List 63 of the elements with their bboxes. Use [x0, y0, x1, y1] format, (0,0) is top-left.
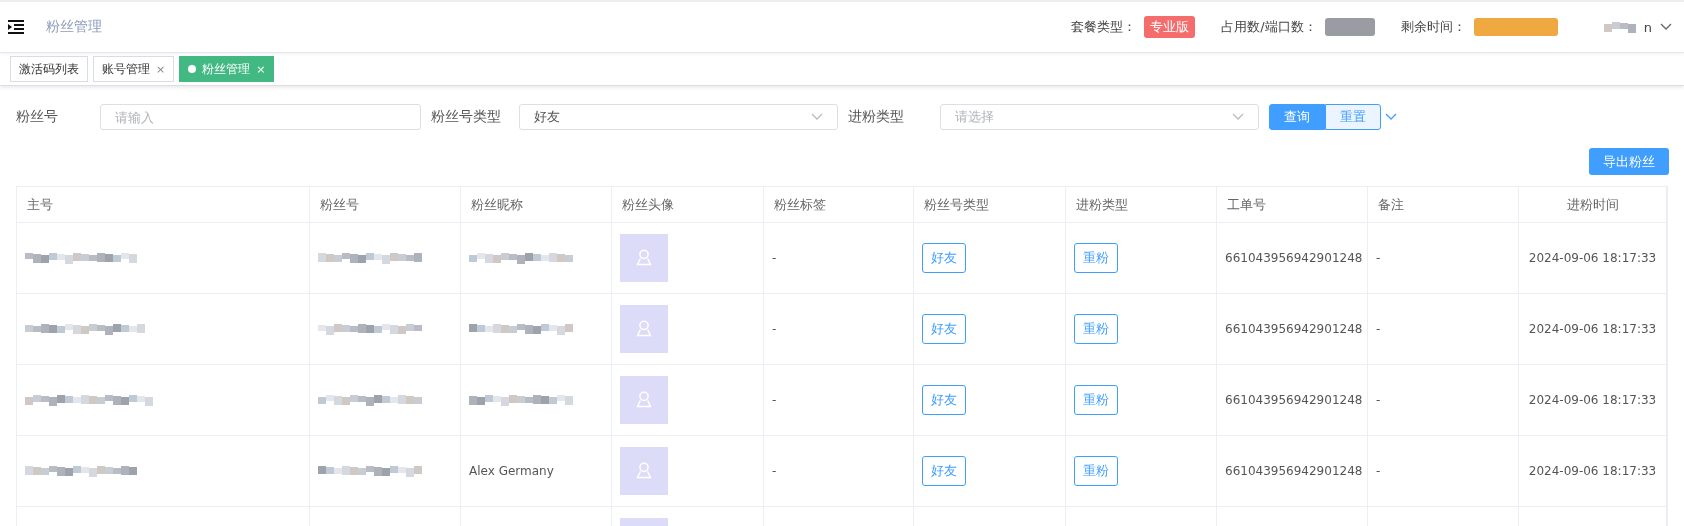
table-cell: -	[1376, 322, 1381, 336]
close-icon[interactable]: ×	[156, 62, 166, 76]
fan-type-tag: 好友	[922, 456, 966, 486]
table-cell: 2024-09-06 18:17:33	[1528, 393, 1657, 407]
table-cell: 661043956942901248	[1225, 464, 1363, 478]
column-header: 主号	[17, 187, 310, 223]
table-cell: 2024-09-06 18:17:33	[1528, 251, 1657, 265]
export-button[interactable]: 导出粉丝	[1589, 148, 1669, 175]
fan-type-tag: 好友	[922, 243, 966, 273]
column-header: 工单号	[1217, 187, 1368, 223]
table-cell: 2024-09-06 18:17:33	[1528, 464, 1657, 478]
entry-type-tag: 重粉	[1074, 385, 1118, 415]
remaining-label: 剩余时间：	[1400, 18, 1466, 36]
blurred-text	[1603, 22, 1636, 32]
close-icon[interactable]: ×	[256, 62, 266, 76]
table-cell: -	[772, 322, 777, 336]
page-title: 粉丝管理	[46, 18, 102, 36]
usage-label: 占用数/端口数：	[1221, 18, 1317, 36]
chevron-down-icon	[811, 113, 823, 121]
column-header: 备注	[1368, 187, 1519, 223]
fan-type-tag: 好友	[922, 314, 966, 344]
select-field[interactable]: 好友	[519, 104, 838, 130]
table-cell: -	[1376, 464, 1381, 478]
table-cell: -	[772, 251, 777, 265]
column-header: 粉丝昵称	[461, 187, 612, 223]
plan-badge: 专业版	[1144, 16, 1196, 38]
column-header: 进粉时间	[1519, 187, 1667, 223]
column-header: 粉丝号类型	[914, 187, 1066, 223]
column-header: 粉丝头像	[612, 187, 764, 223]
filter-label: 粉丝号	[16, 108, 59, 126]
fan-type-tag: 好友	[922, 385, 966, 415]
column-header: 进粉类型	[1066, 187, 1217, 223]
table-cell: 661043956942901248	[1225, 393, 1363, 407]
menu-indent-icon[interactable]	[8, 20, 24, 34]
plan-label: 套餐类型：	[1071, 18, 1137, 36]
table-cell: -	[772, 464, 777, 478]
tab[interactable]: 激活码列表	[10, 56, 88, 82]
entry-type-tag: 重粉	[1074, 314, 1118, 344]
table-cell: Alex Germany	[469, 464, 554, 478]
table-cell: -	[1376, 393, 1381, 407]
reset-button[interactable]: 重置	[1325, 104, 1381, 130]
filter-label: 粉丝号类型	[431, 108, 502, 126]
entry-type-tag: 重粉	[1074, 243, 1118, 273]
chevron-down-icon[interactable]	[1385, 113, 1397, 121]
chevron-down-icon	[1660, 23, 1672, 31]
table-cell: 2024-09-06 18:17:33	[1528, 322, 1657, 336]
column-header: 粉丝标签	[764, 187, 914, 223]
blurred-value	[1324, 18, 1375, 36]
input-field[interactable]: 请输入	[100, 104, 421, 130]
select-field[interactable]: 请选择	[940, 104, 1259, 130]
table-cell: -	[772, 393, 777, 407]
tab[interactable]: 粉丝管理 ×	[179, 56, 275, 82]
filter-label: 进粉类型	[848, 108, 905, 126]
user-name[interactable]: n	[1643, 19, 1652, 35]
table-cell: -	[1376, 251, 1381, 265]
table-cell: 661043956942901248	[1225, 251, 1363, 265]
active-dot-icon	[188, 65, 197, 73]
column-header: 粉丝号	[310, 187, 461, 223]
table-cell: 661043956942901248	[1225, 322, 1363, 336]
entry-type-tag: 重粉	[1074, 456, 1118, 486]
search-button[interactable]: 查询	[1269, 104, 1325, 130]
chevron-down-icon	[1232, 113, 1244, 121]
tab[interactable]: 账号管理 ×	[93, 56, 175, 82]
